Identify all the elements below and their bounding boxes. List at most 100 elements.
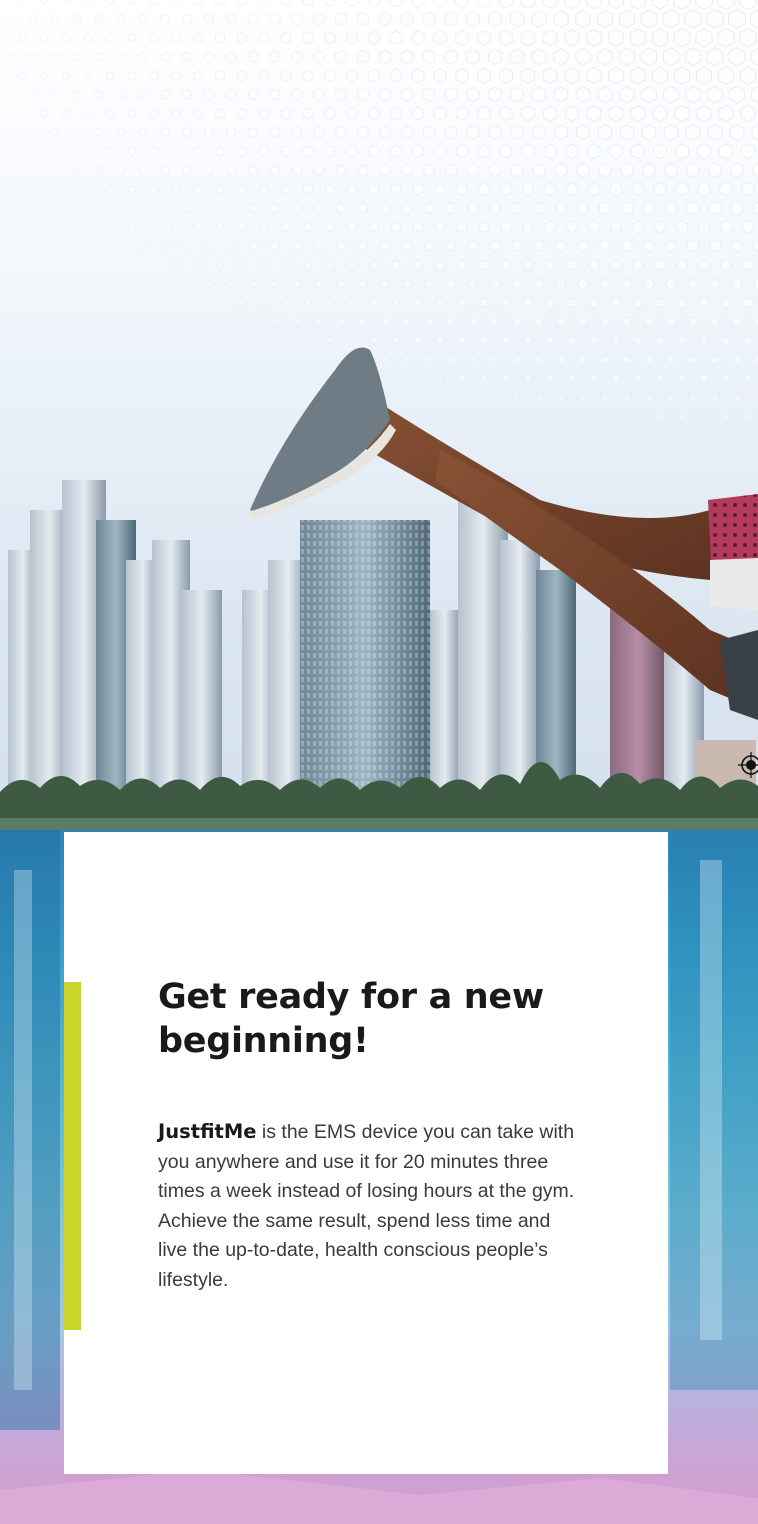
- hexagon-dot: [378, 49, 392, 64]
- hexagon-dot: [402, 278, 412, 289]
- hexagon-dot: [400, 49, 414, 65]
- hexagon-dot: [18, 33, 26, 42]
- hexagon-dot: [728, 47, 746, 67]
- hexagon-dot: [565, 143, 579, 160]
- hexagon-dot: [467, 163, 479, 178]
- hexagon-dot: [533, 239, 545, 253]
- brochure-page: Get ready for a new beginning! JustfitMe…: [0, 0, 758, 1524]
- hexagon-dot: [545, 297, 555, 309]
- hexagon-dot: [215, 146, 225, 157]
- hexagon-dot: [84, 109, 92, 118]
- hexagon-dot: [621, 239, 633, 253]
- hexagon-dot: [391, 221, 401, 233]
- accent-bar: [64, 982, 81, 1330]
- hexagon-dot: [619, 47, 635, 66]
- hexagon-dot: [732, 316, 742, 328]
- hexagon-dot: [325, 259, 335, 270]
- hexagon-dot: [620, 201, 634, 216]
- hexagon-dot: [83, 33, 93, 43]
- hexagon-dot: [544, 220, 556, 234]
- hexagon-dot: [280, 0, 292, 7]
- hexagon-dot: [205, 241, 213, 251]
- hexagon-dot: [249, 279, 257, 289]
- hexagon-dot: [588, 220, 600, 234]
- hexagon-dot: [400, 87, 414, 102]
- hexagon-dot: [237, 145, 247, 157]
- hexagon-dot: [676, 220, 688, 234]
- hexagon-dot: [622, 316, 632, 327]
- hexagon-dot: [743, 296, 753, 309]
- hexagon-dot: [718, 143, 734, 160]
- hexagon-dot: [293, 317, 301, 326]
- hexagon-dot: [215, 184, 225, 195]
- hexagon-dot: [609, 181, 623, 197]
- hexagon-dot: [501, 297, 511, 308]
- hexagon-dot: [730, 200, 744, 216]
- hexagon-dot: [498, 29, 514, 47]
- hexagon-dot: [608, 28, 624, 48]
- hexagon-dot: [62, 0, 70, 5]
- hexagon-dot: [731, 277, 743, 290]
- hexagon-dot: [314, 240, 324, 252]
- hexagon-dot: [369, 298, 379, 308]
- hexagon-dot: [468, 278, 478, 290]
- hexagon-dot: [258, 107, 270, 120]
- hexagon-dot: [600, 316, 610, 327]
- hexagon-dot: [389, 0, 403, 8]
- hexagon-dot: [412, 144, 424, 159]
- hexagon-dot: [400, 11, 414, 27]
- hexagon-dot: [553, 48, 569, 66]
- hexagon-dot: [423, 201, 435, 215]
- hexagon-dot: [685, 124, 701, 141]
- hexagon-dot: [325, 183, 335, 195]
- hexagon-dot: [445, 201, 457, 215]
- hexagon-dot: [499, 105, 513, 122]
- hexagon-dot: [424, 316, 434, 327]
- hexagon-dot: [728, 8, 746, 30]
- hexagon-dot: [435, 259, 445, 271]
- hexagon-dot: [750, 47, 758, 66]
- headline: Get ready for a new beginning!: [158, 977, 544, 1061]
- hexagon-dot: [718, 104, 734, 123]
- hexagon-dot: [554, 162, 568, 178]
- hexagon-dot: [662, 9, 680, 29]
- hexagon-dot: [444, 87, 458, 103]
- hexagon-dot: [193, 32, 203, 44]
- hexagon-dot: [248, 241, 258, 251]
- hexagon-dot: [95, 128, 103, 137]
- hexagon-dot: [542, 0, 558, 9]
- hexagon-dot: [171, 108, 181, 119]
- hexagon-dot: [302, 145, 314, 158]
- hexagon-dot: [193, 0, 203, 6]
- hexagon-dot: [51, 14, 59, 24]
- hexagon-dot: [721, 296, 731, 309]
- hexagon-dot: [477, 144, 491, 159]
- hexagon-dot: [457, 259, 467, 271]
- hexagon-dot: [302, 107, 314, 120]
- hexagon-dot: [674, 66, 690, 85]
- hexagon-dot: [564, 29, 580, 47]
- hexagon-dot: [577, 239, 589, 253]
- hexagon-dot: [292, 202, 302, 214]
- hexagon-dot: [215, 32, 225, 44]
- hexagon-dot: [40, 0, 48, 5]
- hexagon-dot: [490, 316, 500, 327]
- hexagon-dot: [127, 0, 137, 6]
- hexagon-dot: [171, 0, 181, 6]
- hexagon-dot: [40, 109, 48, 118]
- hexagon-dot: [510, 124, 524, 141]
- hexagon-dot: [566, 258, 578, 271]
- hexagon-dot: [83, 0, 93, 5]
- hexagon-dot: [259, 183, 269, 195]
- hexagon-dot: [401, 125, 413, 140]
- hexagon-dot: [730, 162, 744, 179]
- hexagon-dot: [466, 48, 480, 65]
- hexagon-dot: [696, 66, 712, 85]
- hexagon-dot: [619, 85, 635, 104]
- hexagon-dot: [303, 221, 313, 233]
- hexagon-dot: [51, 52, 59, 62]
- hexagon-dot: [630, 105, 646, 122]
- hexagon-dot: [686, 200, 700, 216]
- hexagon-dot: [520, 0, 536, 9]
- hexagon-dot: [607, 0, 625, 10]
